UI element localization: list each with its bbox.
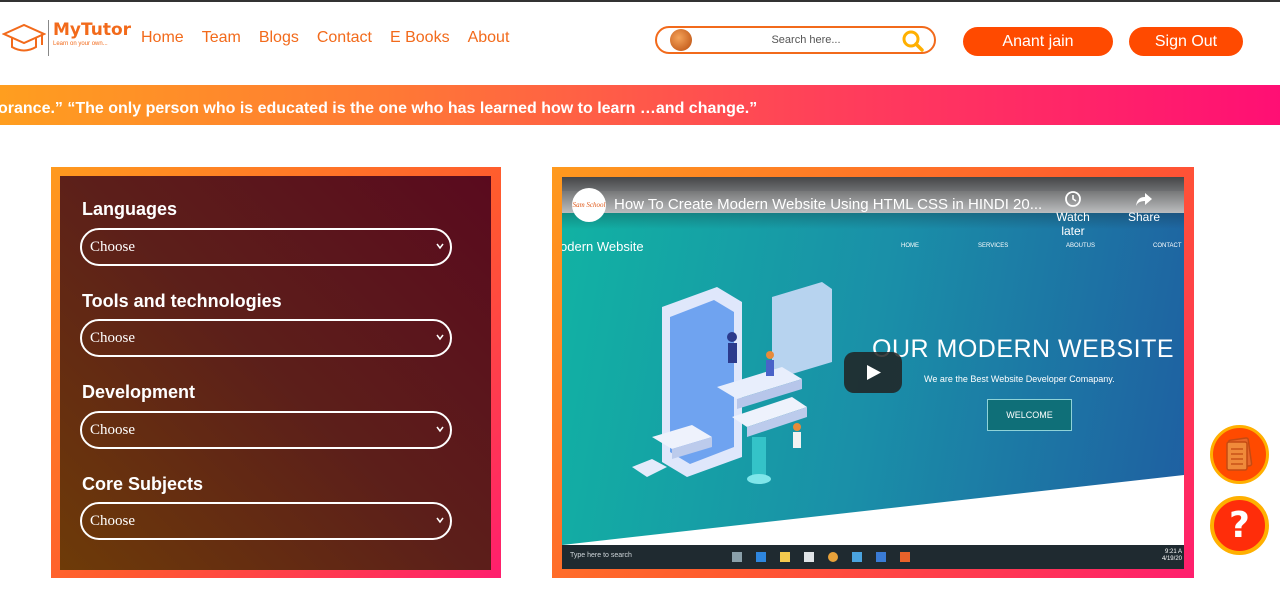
tools-label: Tools and technologies [82,291,282,311]
taskbar-date: 4/19/20 [1161,556,1182,562]
search-bar [655,26,936,54]
nav-team[interactable]: Team [202,29,241,47]
chevron-down-icon [436,426,444,433]
taskbar-clock: 9:21 A 4/19/20 [1162,549,1182,563]
books-icon [1226,437,1253,471]
brand-tagline: Learn on your own... [53,41,108,47]
quote-ticker: orance.” “The only person who is educate… [0,85,1280,125]
nav-blogs[interactable]: Blogs [259,29,299,47]
channel-avatar[interactable]: Sam School [572,188,606,222]
taskbar-app-icons [732,552,910,562]
languages-select-value: Choose [90,238,135,255]
video-card: Sam School How To Create Modern Website … [552,167,1194,578]
ebooks-float-button[interactable] [1210,425,1269,484]
share-icon [1136,193,1152,206]
tools-select-value: Choose [90,329,135,346]
nav-ebooks[interactable]: E Books [390,29,450,47]
embedded-hero-title: OUR MODERN WEBSITE [872,335,1175,363]
nav-about[interactable]: About [468,29,510,47]
embedded-nav-home: HOME [901,243,919,249]
watch-later-button[interactable]: Watch later [1047,190,1099,238]
chevron-down-icon [436,243,444,250]
search-icon[interactable] [902,30,924,52]
clock-icon [1065,191,1081,207]
sign-out-button[interactable]: Sign Out [1129,27,1243,56]
brand-name: MyTutor [53,20,132,40]
play-icon [867,365,881,380]
embedded-nav-contact: CONTACT [1153,243,1182,249]
site-header: MyTutor Learn on your own... Home Team B… [0,2,1280,76]
nav-home[interactable]: Home [141,29,184,47]
logo-divider [48,20,49,56]
embedded-hero-subtitle: We are the Best Website Developer Comapa… [924,374,1115,384]
development-select[interactable]: Choose [80,411,452,449]
chevron-down-icon [436,334,444,341]
development-label: Development [82,382,196,402]
core-subjects-label: Core Subjects [82,474,204,494]
ticker-text: orance.” “The only person who is educate… [0,100,758,117]
taskbar-search-text: Type here to search [570,552,632,559]
share-button[interactable]: Share [1118,190,1170,224]
embedded-site-brand: odern Website [562,239,644,254]
core-subjects-select-value: Choose [90,512,135,529]
user-profile-button[interactable]: Anant jain [963,27,1113,56]
nav-contact[interactable]: Contact [317,29,372,47]
course-filter-card: Languages Choose Tools and technologies … [51,167,501,578]
logo[interactable]: MyTutor Learn on your own... [2,20,131,56]
languages-select[interactable]: Choose [80,228,452,266]
embedded-welcome-button: WELCOME [987,399,1072,431]
help-float-button[interactable]: ? [1210,496,1269,555]
white-wedge-shape [562,475,1184,545]
chevron-down-icon [436,517,444,524]
embedded-nav-aboutus: ABOUTUS [1066,243,1096,249]
tools-select[interactable]: Choose [80,319,452,357]
share-label: Share [1127,210,1161,224]
core-subjects-select[interactable]: Choose [80,502,452,540]
graduation-cap-icon [2,23,46,52]
isometric-illustration [632,282,832,484]
search-input[interactable] [716,34,896,46]
embedded-nav-services: SERVICES [978,243,1009,249]
play-button[interactable] [844,352,902,393]
video-title[interactable]: How To Create Modern Website Using HTML … [614,196,1042,213]
embedded-taskbar: Type here to search 9:21 A 4/19/20 [562,545,1184,569]
taskbar-time: 9:21 A [1164,549,1182,555]
search-avatar [670,29,692,51]
course-filter-panel: Languages Choose Tools and technologies … [60,176,491,570]
video-player[interactable]: Sam School How To Create Modern Website … [562,177,1184,569]
development-select-value: Choose [90,421,135,438]
main-nav: Home Team Blogs Contact E Books About [141,29,527,47]
question-icon: ? [1229,505,1250,546]
languages-label: Languages [82,199,178,219]
watch-later-label: Watch later [1056,210,1090,238]
